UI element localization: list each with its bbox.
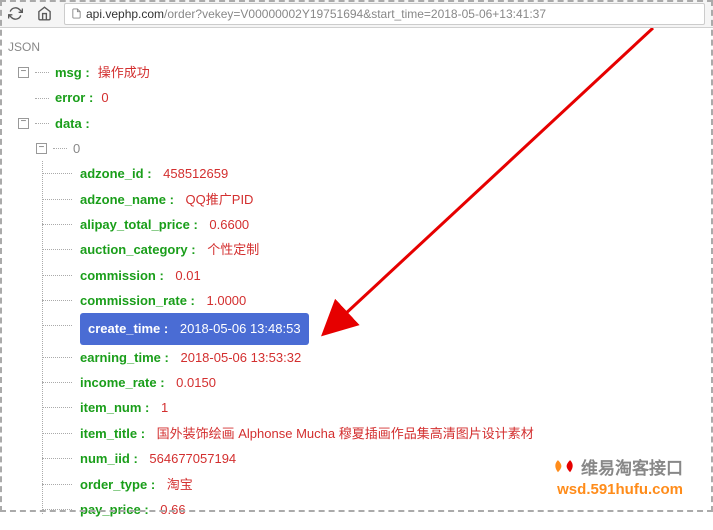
json-row-data: − data : [18,111,705,136]
json-label: JSON [8,40,705,54]
json-field-adzone_id: adzone_id : 458512659 [76,161,705,186]
json-row-error: error :0 [18,85,705,110]
watermark-title: 维易淘客接口 [581,454,683,479]
json-field-auction_category: auction_category : 个性定制 [76,237,705,262]
watermark-logo-icon [551,456,577,478]
json-field-earning_time: earning_time : 2018-05-06 13:53:32 [76,345,705,370]
collapse-icon[interactable]: − [36,143,47,154]
json-field-pay_price: pay_price : 0.66 [76,497,705,522]
json-field-adzone_name: adzone_name : QQ推广PID [76,187,705,212]
json-field-item_num: item_num : 1 [76,395,705,420]
json-field-commission: commission : 0.01 [76,263,705,288]
collapse-icon[interactable]: − [18,67,29,78]
json-field-alipay_total_price: alipay_total_price : 0.6600 [76,212,705,237]
json-row-index: − 0 [36,136,705,161]
url-text: api.vephp.com/order?vekey=V00000002Y1975… [86,7,546,21]
nav-icons [8,6,52,21]
url-bar[interactable]: api.vephp.com/order?vekey=V00000002Y1975… [64,3,705,25]
json-field-income_rate: income_rate : 0.0150 [76,370,705,395]
page-icon [71,8,82,19]
watermark-url: wsd.591hufu.com [551,481,683,498]
json-field-create_time: create_time : 2018-05-06 13:48:53 [76,313,705,344]
home-icon[interactable] [37,6,52,21]
collapse-icon[interactable]: − [18,118,29,129]
json-field-commission_rate: commission_rate : 1.0000 [76,288,705,313]
watermark: 维易淘客接口 wsd.591hufu.com [551,454,683,498]
reload-icon[interactable] [8,6,23,21]
json-field-item_title: item_title : 国外装饰绘画 Alphonse Mucha 穆夏插画作… [76,421,705,446]
browser-toolbar: api.vephp.com/order?vekey=V00000002Y1975… [0,0,713,28]
json-row-msg: − msg :操作成功 [18,60,705,85]
